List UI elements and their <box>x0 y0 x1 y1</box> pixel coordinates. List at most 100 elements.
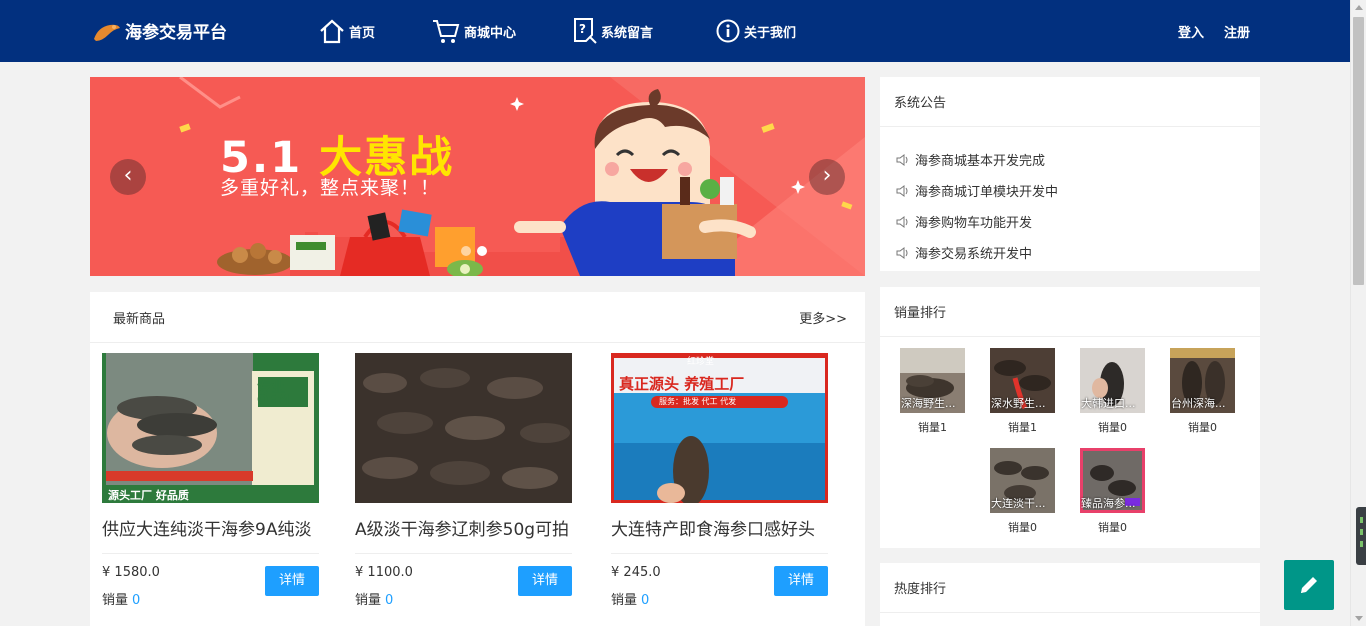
nav-shop-label: 商城中心 <box>464 25 517 41</box>
notice-item[interactable]: 海参交易系统开发中 <box>896 237 1260 268</box>
image-tag-text: OEM <box>257 393 290 408</box>
yuan-icon: ¥ <box>102 565 111 580</box>
notice-item-text: 海参购物车功能开发 <box>915 216 1033 231</box>
image-brand-text: 红珍堂 <box>687 357 715 367</box>
ranking-item[interactable]: 臻品海参... 销量0 <box>1080 448 1145 535</box>
sold-label: 销量 <box>611 593 638 608</box>
latest-products-panel: 最新商品 更多>> 供应大连纯淡干海参9A纯淡 ¥ 1580.0 销量0 详情 <box>90 292 865 626</box>
sea-cucumber-photo <box>102 353 319 503</box>
yuan-icon: ¥ <box>355 565 364 580</box>
detail-button[interactable]: 详情 <box>265 566 319 596</box>
product-thumbnail[interactable]: 深水野生... <box>990 348 1055 413</box>
product-card: A级淡干海参辽刺参50g可拍 ¥ 1100.0 销量 0 详情 <box>355 353 572 608</box>
system-notice-panel: 系统公告 海参商城基本开发完成 海参商城订单模块开发中 海参购物车功能开发 海参… <box>880 77 1260 271</box>
sold-count: 0 <box>132 593 141 608</box>
notice-item-text: 海参交易系统开发中 <box>915 247 1033 262</box>
product-card: 红珍堂 真正源头 养殖工厂 服务：批发 代工 代发 大连特产即食海参口感好头 ¥… <box>611 353 828 608</box>
login-link[interactable]: 登入 <box>1178 22 1204 41</box>
ranking-item-name: 台州深海... <box>1171 397 1226 410</box>
promo-banner-carousel[interactable]: 5.1 大惠战 多重好礼，整点来聚！！ ‹ › <box>90 77 865 276</box>
more-link[interactable]: 更多>> <box>799 308 847 327</box>
speaker-icon <box>896 153 908 166</box>
scroll-up-icon[interactable] <box>1355 5 1363 10</box>
carousel-dot-2[interactable] <box>477 246 487 256</box>
widget-bar <box>1360 529 1363 535</box>
product-price: ¥ 245.0 <box>611 565 661 580</box>
product-image[interactable] <box>102 353 319 503</box>
carousel-prev-button[interactable]: ‹ <box>110 159 146 195</box>
ranking-item-name: 深水野生... <box>991 397 1046 410</box>
logo-text: 海参交易平台 <box>125 23 227 43</box>
pencil-icon <box>1301 577 1317 593</box>
latest-products-header: 最新商品 更多>> <box>90 292 865 343</box>
product-price-value: 245.0 <box>623 565 661 580</box>
product-thumbnail[interactable]: 台州深海... <box>1170 348 1235 413</box>
carousel-next-button[interactable]: › <box>809 159 845 195</box>
popularity-ranking-title: 热度排行 <box>880 563 1260 613</box>
product-price: ¥ 1100.0 <box>355 565 413 580</box>
ranking-item-sales: 销量0 <box>1188 421 1217 434</box>
speaker-icon <box>896 184 908 197</box>
speaker-icon <box>896 215 908 228</box>
nav-about-label: 关于我们 <box>744 25 797 41</box>
product-sold: 销量 0 <box>355 589 393 608</box>
widget-bar <box>1360 517 1363 523</box>
image-footer-text: 源头工厂 好品质 <box>108 489 189 502</box>
carousel-dot-1[interactable] <box>461 246 471 256</box>
scrollbar-thumb[interactable] <box>1353 17 1364 285</box>
widget-bar <box>1360 541 1363 547</box>
nav-message[interactable]: ? 系统留言 <box>572 16 715 46</box>
ranking-item-sales: 销量0 <box>1008 521 1037 534</box>
auth-links: 登入 注册 <box>1178 22 1250 41</box>
product-thumbnail[interactable]: 深海野生... <box>900 348 965 413</box>
notice-title: 系统公告 <box>880 77 1260 127</box>
sold-count: 0 <box>641 593 650 608</box>
product-sold: 销量 0 <box>611 589 649 608</box>
ranking-item-name: 深海野生... <box>901 397 956 410</box>
ranking-item[interactable]: 深水野生... 销量1 <box>990 348 1055 435</box>
product-thumbnail[interactable]: 大连淡干... <box>990 448 1055 513</box>
notice-item[interactable]: 海参商城订单模块开发中 <box>896 175 1260 206</box>
scroll-down-icon[interactable] <box>1355 616 1363 621</box>
detail-button[interactable]: 详情 <box>774 566 828 596</box>
sales-ranking-title: 销量排行 <box>880 287 1260 337</box>
ranking-item-name: 大韩进口... <box>1081 397 1136 410</box>
notice-item[interactable]: 海参商城基本开发完成 <box>896 144 1260 175</box>
nav-about[interactable]: 关于我们 <box>715 16 796 46</box>
product-divider <box>355 553 572 554</box>
ranking-item[interactable]: 大连淡干... 销量0 <box>990 448 1055 535</box>
product-image[interactable] <box>355 353 572 503</box>
product-title[interactable]: 供应大连纯淡干海参9A纯淡 <box>102 515 319 539</box>
yuan-icon: ¥ <box>611 565 620 580</box>
site-logo[interactable]: 海参交易平台 <box>92 18 227 43</box>
ranking-item[interactable]: 深海野生... 销量1 <box>900 348 965 435</box>
sales-ranking-panel: 销量排行 深海野生... 销量1 深水野生... 销量1 大韩进口... 销量0 <box>880 287 1260 548</box>
home-icon <box>320 19 344 44</box>
edit-fab-button[interactable] <box>1284 560 1334 610</box>
ranking-item-sales: 销量1 <box>1008 421 1037 434</box>
image-slogan-text: 真正源头 养殖工厂 <box>619 375 745 393</box>
detail-button[interactable]: 详情 <box>518 566 572 596</box>
ranking-item-sales: 销量0 <box>1098 521 1127 534</box>
carousel-indicators <box>461 246 493 256</box>
product-title[interactable]: A级淡干海参辽刺参50g可拍 <box>355 515 572 539</box>
banner-subtitle: 多重好礼，整点来聚！！ <box>220 177 441 199</box>
nav-home[interactable]: 首页 <box>318 16 431 46</box>
product-price-value: 1100.0 <box>367 565 413 580</box>
ranking-item[interactable]: 台州深海... 销量0 <box>1170 348 1235 435</box>
main-nav: 首页 商城中心 ? 系统留言 关于我们 <box>318 16 796 46</box>
top-navbar: 海参交易平台 首页 商城中心 ? 系统留言 关于我们 登入 注册 <box>0 0 1350 62</box>
product-image[interactable]: 红珍堂 真正源头 养殖工厂 服务：批发 代工 代发 <box>611 353 828 503</box>
side-widget[interactable] <box>1356 507 1366 565</box>
notice-item[interactable]: 海参购物车功能开发 <box>896 206 1260 237</box>
register-link[interactable]: 注册 <box>1224 22 1250 41</box>
product-thumbnail[interactable]: 大韩进口... <box>1080 348 1145 413</box>
ranking-item[interactable]: 大韩进口... 销量0 <box>1080 348 1145 435</box>
nav-shop[interactable]: 商城中心 <box>431 16 572 46</box>
nav-message-label: 系统留言 <box>601 25 654 41</box>
product-thumbnail[interactable]: 臻品海参... <box>1080 448 1145 513</box>
product-title[interactable]: 大连特产即食海参口感好头 <box>611 515 828 539</box>
product-sold: 销量 0 <box>102 589 140 608</box>
product-card: 供应大连纯淡干海参9A纯淡 ¥ 1580.0 销量 0 详情 <box>102 353 319 608</box>
notice-item-text: 海参商城基本开发完成 <box>915 154 1046 169</box>
